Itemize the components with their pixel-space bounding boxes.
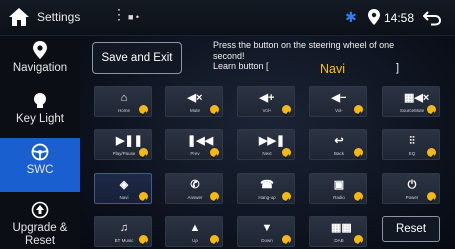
sidebar-item-navigation[interactable]: Navigation	[0, 36, 80, 87]
instruction-line-1: Press the button on the steering wheel o…	[213, 40, 395, 50]
swc-key-answer[interactable]: ✆ Answer	[165, 173, 223, 204]
save-and-exit-button[interactable]: Save and Exit	[92, 42, 182, 74]
dab-icon: ▦▦	[331, 222, 352, 234]
checkmark-icon	[427, 192, 436, 204]
swc-panel: Save and Exit Press the button on the st…	[80, 36, 455, 249]
bulb-icon	[34, 93, 46, 108]
swc-key-bt-music[interactable]: ♫ BT Music	[94, 216, 152, 247]
checkmark-icon	[354, 192, 363, 204]
checkmark-icon	[282, 192, 291, 204]
sidebar-item-key-light[interactable]: Key Light	[0, 87, 80, 138]
reset-button[interactable]: Reset	[382, 216, 440, 242]
checkmark-icon	[282, 235, 291, 247]
checkmark-icon	[139, 235, 148, 247]
volume-up-icon: ◀+	[259, 92, 275, 104]
home-icon: ⌂	[120, 92, 128, 104]
checkmark-icon	[282, 105, 291, 117]
up-arrow-icon: ▲	[189, 222, 201, 234]
swc-key-prev[interactable]: ❚◀◀ Prev	[165, 129, 223, 160]
checkmark-icon	[282, 148, 291, 160]
phone-answer-icon: ✆	[190, 179, 200, 191]
music-icon: ♫	[119, 222, 129, 234]
swc-key-dab[interactable]: ▦▦ DAB	[309, 216, 367, 247]
checkmark-icon	[210, 235, 219, 247]
swc-key-radio[interactable]: ▣ Radio	[309, 173, 367, 204]
upgrade-icon	[31, 201, 49, 219]
vertical-dots-icon[interactable]: ⋮	[112, 6, 126, 23]
learn-button-value: Navi	[320, 62, 346, 76]
checkmark-icon	[354, 148, 363, 160]
swc-key-hang-up[interactable]: ☎ Hang-up	[237, 173, 295, 204]
status-bar: Settings ⋮ ■ • ✱ 14:58	[0, 0, 455, 36]
checkmark-icon	[139, 148, 148, 160]
down-arrow-icon: ▼	[261, 222, 273, 234]
swc-key-home[interactable]: ⌂ Home	[94, 86, 152, 117]
sidebar-item-label: SWC	[26, 164, 54, 176]
steering-wheel-icon	[31, 143, 49, 161]
swc-key-navi[interactable]: ◈ Navi	[94, 173, 152, 204]
home-icon[interactable]	[8, 7, 30, 27]
checkmark-icon	[427, 105, 436, 117]
previous-icon: ❚◀◀	[187, 135, 214, 147]
checkmark-icon	[210, 148, 219, 160]
bluetooth-icon: ✱	[345, 9, 357, 25]
volume-down-icon: ◀−	[331, 92, 347, 104]
checkmark-icon	[139, 105, 148, 117]
power-icon: ⏻	[407, 179, 417, 191]
checkmark-icon	[354, 105, 363, 117]
swc-key-eq[interactable]: ⫶⫶ EQ	[382, 129, 440, 160]
back-icon: ↩	[334, 135, 344, 147]
swc-key-mute[interactable]: ◀× Mute	[165, 86, 223, 117]
swc-key-up[interactable]: ▲ Up	[165, 216, 223, 247]
equalizer-icon: ⫶⫶	[409, 135, 415, 147]
swc-key-sourcemute[interactable]: ▦◀× SourceMute	[382, 86, 440, 117]
instruction-line-2: second!	[213, 50, 245, 61]
checkmark-icon	[210, 192, 219, 204]
sidebar-item-upgrade-reset[interactable]: Upgrade & Reset	[0, 196, 80, 247]
sidebar-item-label: Key Light	[16, 113, 64, 125]
mute-icon: ◀×	[187, 92, 203, 104]
swc-key-down[interactable]: ▼ Down	[237, 216, 295, 247]
swc-key-power[interactable]: ⏻ Power	[382, 173, 440, 204]
checkmark-icon	[139, 192, 148, 204]
sidebar: Navigation Key Light SWC Upgrade & Reset	[0, 36, 80, 249]
swc-key-play-pause[interactable]: ▶❚❚ Play/Pause	[94, 129, 152, 160]
clock-time: 14:58	[384, 11, 415, 25]
swc-key-back[interactable]: ↩ Back	[309, 129, 367, 160]
swc-key-vol-[interactable]: ◀− Vol-	[309, 86, 367, 117]
next-icon: ▶▶❚	[259, 135, 286, 147]
checkmark-icon	[427, 148, 436, 160]
location-icon	[368, 9, 380, 25]
page-title: Settings	[37, 10, 81, 24]
swc-key-vol-[interactable]: ◀+ Vol+	[237, 86, 295, 117]
swc-key-next[interactable]: ▶▶❚ Next	[237, 129, 295, 160]
learn-button-suffix: ]	[396, 62, 400, 74]
sidebar-item-label: Upgrade & Reset	[12, 222, 68, 247]
status-indicators: ■ •	[128, 12, 140, 22]
play-pause-icon: ▶❚❚	[116, 135, 143, 147]
location-pin-icon	[33, 41, 47, 59]
source-mute-icon: ▦◀×	[404, 92, 430, 104]
sidebar-item-label: Navigation	[12, 62, 68, 74]
radio-icon: ▣	[333, 179, 345, 191]
back-icon[interactable]	[423, 8, 441, 26]
checkmark-icon	[210, 105, 219, 117]
navigation-icon: ◈	[119, 179, 129, 191]
sidebar-item-swc[interactable]: SWC	[0, 138, 80, 192]
checkmark-icon	[354, 235, 363, 247]
phone-hangup-icon: ☎	[260, 179, 274, 191]
